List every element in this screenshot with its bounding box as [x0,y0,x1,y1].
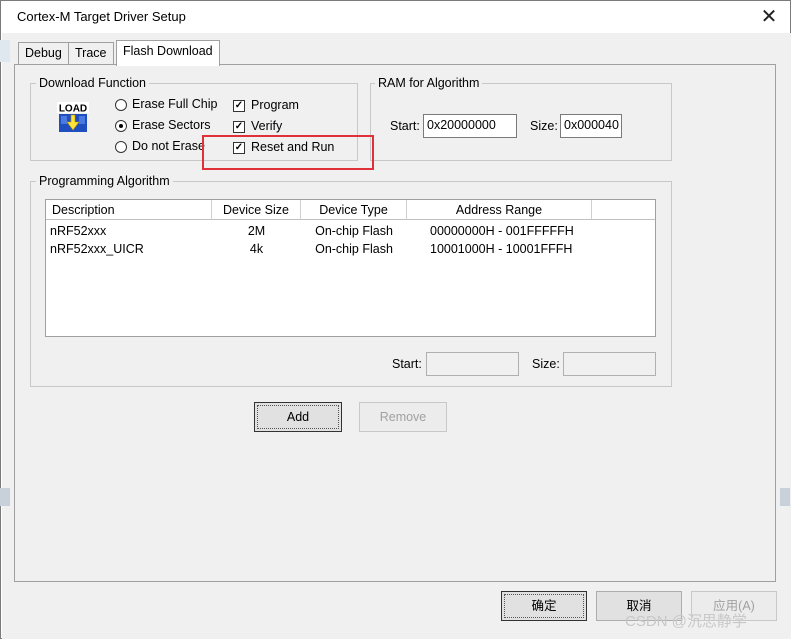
do-not-erase-radio[interactable] [115,141,127,153]
title-bar[interactable]: Cortex-M Target Driver Setup ✕ [1,1,790,33]
erase-sectors-radio[interactable] [115,120,127,132]
algo-size-label: Size: [532,357,560,371]
ram-size-input[interactable]: 0x000040 [560,114,622,138]
ram-start-label: Start: [390,119,420,133]
ram-start-input[interactable]: 0x20000000 [423,114,517,138]
do-not-erase-label[interactable]: Do not Erase [132,139,205,153]
erase-sectors-label[interactable]: Erase Sectors [132,118,211,132]
programming-algorithm-label: Programming Algorithm [36,174,173,188]
column-header-address-range[interactable]: Address Range [407,200,592,220]
svg-text:LOAD: LOAD [59,104,87,115]
background-app-strip [780,488,790,506]
ram-for-algorithm-label: RAM for Algorithm [375,76,483,90]
table-row[interactable]: nRF52xxx_UICR 4k On-chip Flash 10001000H… [46,240,655,258]
verify-checkbox[interactable]: ✓ [233,121,245,133]
background-app-strip [0,40,10,62]
program-label[interactable]: Program [251,98,299,112]
program-checkbox[interactable]: ✓ [233,100,245,112]
window-title: Cortex-M Target Driver Setup [17,9,186,24]
column-header-filler [592,200,655,220]
column-header-device-size[interactable]: Device Size [212,200,301,220]
remove-button[interactable]: Remove [359,402,447,432]
watermark: CSDN @沉思静学 [625,613,747,630]
tab-trace[interactable]: Trace [68,42,114,64]
algorithm-list[interactable]: Description Device Size Device Type Addr… [45,199,656,337]
close-icon[interactable]: ✕ [755,4,783,30]
row-device-type: On-chip Flash [315,224,393,238]
background-app-strip [0,488,10,506]
add-button[interactable]: Add [254,402,342,432]
algo-size-input [563,352,656,376]
erase-full-chip-radio[interactable] [115,99,127,111]
column-header-device-type[interactable]: Device Type [301,200,407,220]
erase-full-chip-label[interactable]: Erase Full Chip [132,97,217,111]
row-device-size: 4k [249,242,264,256]
tab-flash-download[interactable]: Flash Download [116,40,220,66]
table-row[interactable]: nRF52xxx 2M On-chip Flash 00000000H - 00… [46,222,655,240]
row-description: nRF52xxx_UICR [50,242,144,256]
download-function-label: Download Function [36,76,150,90]
verify-label[interactable]: Verify [251,119,282,133]
column-header-description[interactable]: Description [46,200,212,220]
algo-start-input [426,352,519,376]
ram-size-label: Size: [530,119,558,133]
algo-start-label: Start: [392,357,422,371]
row-address-range: 00000000H - 001FFFFFH [430,224,574,238]
row-description: nRF52xxx [50,224,107,238]
row-device-size: 2M [247,224,266,238]
row-address-range: 10001000H - 10001FFFH [430,242,573,256]
row-device-type: On-chip Flash [315,242,393,256]
tab-debug[interactable]: Debug [18,42,69,64]
highlight-annotation [202,135,374,170]
load-icon: LOAD [57,102,89,134]
ok-button[interactable]: 确定 [501,591,587,621]
